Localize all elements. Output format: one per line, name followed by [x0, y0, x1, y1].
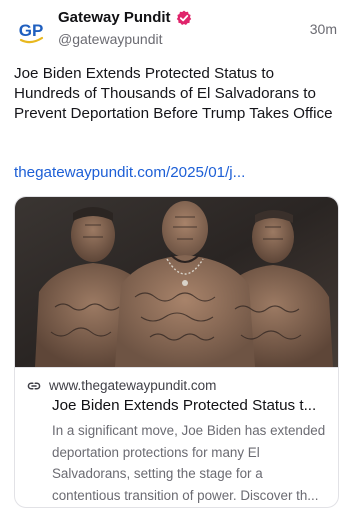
link-icon	[27, 381, 41, 390]
card-title: Joe Biden Extends Protected Status t...	[52, 397, 317, 414]
card-image[interactable]	[15, 197, 338, 367]
link-preview-card[interactable]: www.thegatewaypundit.com Joe Biden Exten…	[14, 196, 339, 508]
verified-badge-icon	[176, 10, 191, 25]
post-link[interactable]: thegatewaypundit.com/2025/01/j...	[14, 163, 245, 183]
avatar-text: GP	[19, 21, 44, 40]
author-name-text: Gateway Pundit	[58, 9, 171, 26]
post: GP Gateway Pundit @gatewaypundit 30m Joe…	[0, 0, 351, 508]
post-text: Joe Biden Extends Protected Status to Hu…	[14, 65, 333, 122]
author-avatar[interactable]: GP	[14, 14, 48, 48]
post-timestamp[interactable]: 30m	[310, 21, 337, 37]
card-domain: www.thegatewaypundit.com	[49, 378, 217, 393]
author-name[interactable]: Gateway Pundit	[58, 9, 192, 26]
gp-logo-icon: GP	[19, 21, 44, 44]
card-domain-row: www.thegatewaypundit.com	[27, 378, 216, 393]
card-meta[interactable]: www.thegatewaypundit.com Joe Biden Exten…	[15, 367, 338, 507]
author-handle[interactable]: @gatewaypundit	[58, 31, 163, 47]
card-photo	[15, 197, 338, 367]
card-description: In a significant move, Joe Biden has ext…	[52, 423, 326, 503]
